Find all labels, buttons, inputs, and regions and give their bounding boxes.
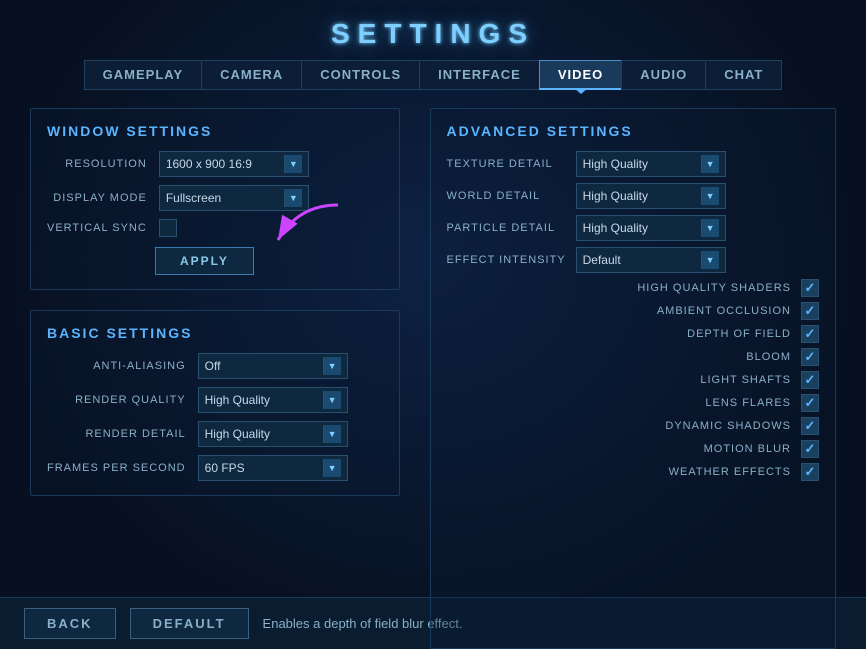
particle-detail-label: PARTICLE DETAIL <box>447 222 556 234</box>
effect-intensity-control: Default ▼ <box>576 247 726 273</box>
effect-intensity-dropdown[interactable]: Default ▼ <box>576 247 726 273</box>
pd-dropdown-arrow: ▼ <box>701 219 719 237</box>
render-quality-label: RENDER QUALITY <box>47 394 186 406</box>
dynamic_shadows-checkbox[interactable] <box>801 417 819 435</box>
world-detail-label: WORLD DETAIL <box>447 190 541 202</box>
basic-settings-title: BASIC SETTINGS <box>47 325 383 341</box>
display-mode-dropdown-arrow: ▼ <box>284 189 302 207</box>
light_shafts-label: LIGHT SHAFTS <box>631 374 791 386</box>
apply-button[interactable]: APPLY <box>155 247 254 275</box>
depth_of_field-label: DEPTH OF FIELD <box>631 328 791 340</box>
fps-label: FRAMES PER SECOND <box>47 462 186 474</box>
particle-detail-dropdown[interactable]: High Quality ▼ <box>576 215 726 241</box>
resolution-label: RESOLUTION <box>47 158 147 170</box>
ambient_occlusion-label: AMBIENT OCCLUSION <box>631 305 791 317</box>
tab-video[interactable]: VIDEO <box>539 60 621 90</box>
bloom-label: BLOOM <box>631 351 791 363</box>
resolution-dropdown[interactable]: 1600 x 900 16:9 ▼ <box>159 151 309 177</box>
texture-detail-label: TEXTURE DETAIL <box>447 158 553 170</box>
display-mode-dropdown[interactable]: Fullscreen ▼ <box>159 185 309 211</box>
rd-dropdown-arrow: ▼ <box>323 425 341 443</box>
bloom-checkbox[interactable] <box>801 348 819 366</box>
aa-dropdown-arrow: ▼ <box>323 357 341 375</box>
fps-dropdown[interactable]: 60 FPS ▼ <box>198 455 348 481</box>
vsync-label: VERTICAL SYNC <box>47 222 147 234</box>
weather_effects-label: WEATHER EFFECTS <box>631 466 791 478</box>
depth_of_field-checkbox[interactable] <box>801 325 819 343</box>
weather_effects-checkbox[interactable] <box>801 463 819 481</box>
page-title: SETTINGS <box>30 18 836 50</box>
motion_blur-label: MOTION BLUR <box>631 443 791 455</box>
light_shafts-checkbox[interactable] <box>801 371 819 389</box>
vsync-control <box>159 219 383 237</box>
particle-detail-control: High Quality ▼ <box>576 215 726 241</box>
tab-chat[interactable]: CHAT <box>705 60 782 90</box>
tab-bar: GAMEPLAY CAMERA CONTROLS INTERFACE VIDEO… <box>30 60 836 90</box>
tab-interface[interactable]: INTERFACE <box>419 60 539 90</box>
fps-dropdown-arrow: ▼ <box>323 459 341 477</box>
texture-detail-control: High Quality ▼ <box>576 151 726 177</box>
fps-control: 60 FPS ▼ <box>198 455 383 481</box>
td-dropdown-arrow: ▼ <box>701 155 719 173</box>
render-quality-dropdown[interactable]: High Quality ▼ <box>198 387 348 413</box>
world-detail-dropdown[interactable]: High Quality ▼ <box>576 183 726 209</box>
rq-dropdown-arrow: ▼ <box>323 391 341 409</box>
hq_shaders-label: HIGH QUALITY SHADERS <box>631 282 791 294</box>
tab-controls[interactable]: CONTROLS <box>301 60 419 90</box>
render-detail-label: RENDER DETAIL <box>47 428 186 440</box>
hq_shaders-checkbox[interactable] <box>801 279 819 297</box>
ambient_occlusion-checkbox[interactable] <box>801 302 819 320</box>
motion_blur-checkbox[interactable] <box>801 440 819 458</box>
advanced-settings-title: ADVANCED SETTINGS <box>447 123 819 139</box>
anti-aliasing-label: ANTI-ALIASING <box>47 360 186 372</box>
tab-camera[interactable]: CAMERA <box>201 60 301 90</box>
lens_flares-checkbox[interactable] <box>801 394 819 412</box>
wd-dropdown-arrow: ▼ <box>701 187 719 205</box>
anti-aliasing-control: Off ▼ <box>198 353 383 379</box>
effect-intensity-label: EFFECT INTENSITY <box>447 254 566 266</box>
display-mode-control: Fullscreen ▼ <box>159 185 383 211</box>
render-detail-control: High Quality ▼ <box>198 421 383 447</box>
window-settings-section: WINDOW SETTINGS RESOLUTION 1600 x 900 16… <box>30 108 400 290</box>
resolution-control: 1600 x 900 16:9 ▼ <box>159 151 383 177</box>
texture-detail-dropdown[interactable]: High Quality ▼ <box>576 151 726 177</box>
tab-gameplay[interactable]: GAMEPLAY <box>84 60 201 90</box>
tab-audio[interactable]: AUDIO <box>621 60 705 90</box>
ei-dropdown-arrow: ▼ <box>701 251 719 269</box>
anti-aliasing-dropdown[interactable]: Off ▼ <box>198 353 348 379</box>
resolution-dropdown-arrow: ▼ <box>284 155 302 173</box>
window-settings-title: WINDOW SETTINGS <box>47 123 383 139</box>
vsync-checkbox[interactable] <box>159 219 177 237</box>
basic-settings-section: BASIC SETTINGS ANTI-ALIASING Off ▼ RENDE… <box>30 310 400 496</box>
world-detail-control: High Quality ▼ <box>576 183 726 209</box>
render-detail-dropdown[interactable]: High Quality ▼ <box>198 421 348 447</box>
dynamic_shadows-label: DYNAMIC SHADOWS <box>631 420 791 432</box>
lens_flares-label: LENS FLARES <box>631 397 791 409</box>
advanced-settings-section: ADVANCED SETTINGS TEXTURE DETAIL High Qu… <box>430 108 836 649</box>
render-quality-control: High Quality ▼ <box>198 387 383 413</box>
display-mode-label: DISPLAY MODE <box>47 192 147 204</box>
